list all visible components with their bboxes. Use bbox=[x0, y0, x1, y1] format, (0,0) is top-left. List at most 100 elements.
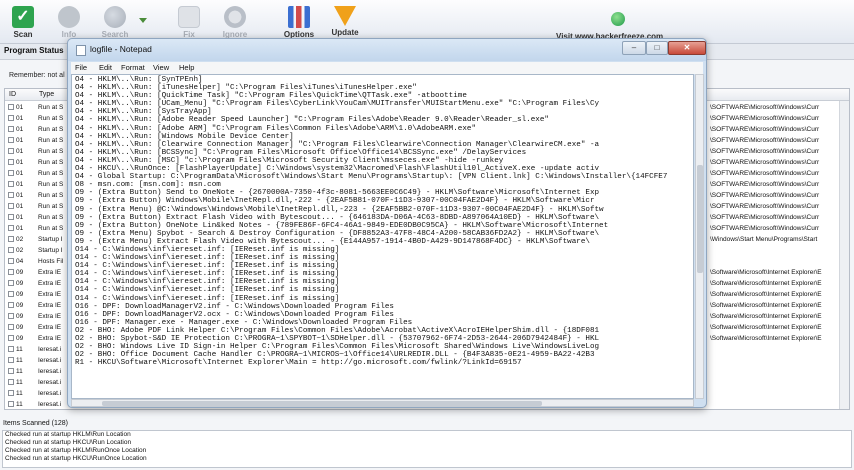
tab-program-status[interactable]: Program Status bbox=[4, 46, 64, 55]
globe-icon bbox=[104, 6, 126, 28]
table-row[interactable]: 01 Run at S bbox=[5, 201, 75, 212]
row-checkbox[interactable] bbox=[8, 357, 14, 363]
row-checkbox[interactable] bbox=[8, 324, 14, 330]
table-row[interactable]: 09 Extra IE bbox=[5, 333, 75, 344]
log-line: O9 - (Extra Menu) Spybot - Search & Dest… bbox=[75, 229, 600, 238]
maximize-button[interactable]: □ bbox=[646, 41, 668, 55]
row-checkbox[interactable] bbox=[8, 368, 14, 374]
table-row[interactable]: 01 Run at S bbox=[5, 113, 75, 124]
info-button[interactable]: Info bbox=[50, 3, 88, 43]
row-checkbox[interactable] bbox=[8, 192, 14, 198]
row-checkbox[interactable] bbox=[8, 203, 14, 209]
vertical-scroll-thumb[interactable] bbox=[697, 165, 703, 273]
row-checkbox[interactable] bbox=[8, 280, 14, 286]
row-checkbox[interactable] bbox=[8, 181, 14, 187]
row-checkbox[interactable] bbox=[8, 159, 14, 165]
row-checkbox[interactable] bbox=[8, 104, 14, 110]
row-checkbox[interactable] bbox=[8, 170, 14, 176]
notepad-titlebar[interactable]: logfile - Notepad – □ ✕ bbox=[68, 39, 706, 61]
table-row[interactable]: 11 Ieresat.i bbox=[5, 388, 75, 399]
row-checkbox[interactable] bbox=[8, 148, 14, 154]
table-row[interactable]: 09 Extra IE bbox=[5, 300, 75, 311]
options-button[interactable]: Options bbox=[280, 3, 318, 43]
row-checkbox[interactable] bbox=[8, 126, 14, 132]
row-item-value: \Software\Microsoft\Internet Explorer\E bbox=[710, 269, 822, 276]
menu-help[interactable]: Help bbox=[179, 63, 194, 72]
table-row[interactable]: 09 Extra IE bbox=[5, 311, 75, 322]
table-row[interactable]: 02 Startup I bbox=[5, 234, 75, 245]
table-row[interactable]: 09 Extra IE bbox=[5, 289, 75, 300]
log-line: O14 - C:\Windows\inf\iereset.inf: [IERes… bbox=[75, 286, 340, 295]
table-row[interactable]: 11 Ieresat.i bbox=[5, 366, 75, 377]
minimize-button[interactable]: – bbox=[622, 41, 646, 55]
table-row[interactable]: 11 Ieresat.i bbox=[5, 355, 75, 366]
table-row[interactable]: 09 Extra IE bbox=[5, 278, 75, 289]
website-globe-icon[interactable] bbox=[611, 12, 625, 26]
table-row[interactable]: 11 Ieresat.i bbox=[5, 344, 75, 355]
row-id: 09 bbox=[16, 269, 24, 276]
notepad-window: logfile - Notepad – □ ✕ File Edit Format… bbox=[67, 38, 707, 408]
row-checkbox[interactable] bbox=[8, 236, 14, 242]
search-dropdown-arrow-icon[interactable] bbox=[139, 18, 147, 23]
row-type: Startup I bbox=[38, 247, 63, 254]
grid-scrollbar[interactable] bbox=[839, 101, 849, 409]
table-row[interactable]: 01 Run at S bbox=[5, 157, 75, 168]
table-row[interactable]: 01 Run at S bbox=[5, 212, 75, 223]
table-row[interactable]: 01 Run at S bbox=[5, 146, 75, 157]
row-checkbox[interactable] bbox=[8, 302, 14, 308]
row-checkbox[interactable] bbox=[8, 269, 14, 275]
row-id: 01 bbox=[16, 225, 24, 232]
grid-left-rows: 01 Run at S 01 Run at S 01 Run at S 01 Run at S… bbox=[5, 102, 75, 410]
table-row[interactable]: 11 Ieresat.i bbox=[5, 377, 75, 388]
status-line: Checked run at startup HKCU\Run Location bbox=[5, 439, 132, 446]
table-row[interactable]: 01 Run at S bbox=[5, 223, 75, 234]
table-row[interactable]: 01 Run at S bbox=[5, 135, 75, 146]
table-row[interactable]: 01 Run at S bbox=[5, 190, 75, 201]
row-checkbox[interactable] bbox=[8, 225, 14, 231]
menu-view[interactable]: View bbox=[153, 63, 169, 72]
row-checkbox[interactable] bbox=[8, 115, 14, 121]
row-checkbox[interactable] bbox=[8, 313, 14, 319]
row-checkbox[interactable] bbox=[8, 335, 14, 341]
menu-file[interactable]: File bbox=[75, 63, 87, 72]
log-line: O4 - HKLM\..\Run: [QuickTime Task] "C:\P… bbox=[75, 92, 467, 101]
log-line: O8 - msn.com: [msn.com]: msn.com bbox=[75, 181, 221, 190]
row-checkbox[interactable] bbox=[8, 346, 14, 352]
scan-button[interactable]: ✓ Scan bbox=[4, 3, 42, 43]
menu-edit[interactable]: Edit bbox=[99, 63, 112, 72]
fix-button[interactable]: Fix bbox=[170, 3, 208, 43]
row-checkbox[interactable] bbox=[8, 258, 14, 264]
ignore-button[interactable]: Ignore bbox=[216, 3, 254, 43]
col-id-header[interactable]: ID bbox=[9, 91, 16, 98]
row-checkbox[interactable] bbox=[8, 379, 14, 385]
close-button[interactable]: ✕ bbox=[668, 41, 706, 55]
row-checkbox[interactable] bbox=[8, 401, 14, 407]
search-button[interactable]: Search bbox=[96, 3, 134, 43]
row-checkbox[interactable] bbox=[8, 291, 14, 297]
table-row[interactable]: 04 Hosts Fil bbox=[5, 256, 75, 267]
notepad-text-area[interactable]: O4 - HKLM\..\Run: [SynTPEnh] O4 - HKLM\..… bbox=[71, 74, 694, 399]
menu-format[interactable]: Format bbox=[121, 63, 145, 72]
row-checkbox[interactable] bbox=[8, 214, 14, 220]
table-row[interactable]: 01 Run at S bbox=[5, 179, 75, 190]
update-button[interactable]: Update bbox=[326, 3, 364, 43]
table-row[interactable]: 01 Run at S bbox=[5, 102, 75, 113]
table-row[interactable]: 09 Extra IE bbox=[5, 322, 75, 333]
row-item-value bbox=[710, 256, 845, 267]
table-row[interactable]: 09 Extra IE bbox=[5, 267, 75, 278]
vertical-scrollbar[interactable] bbox=[695, 74, 704, 399]
row-checkbox[interactable] bbox=[8, 137, 14, 143]
notepad-icon bbox=[76, 45, 86, 56]
col-type-header[interactable]: Type bbox=[39, 91, 54, 98]
horizontal-scrollbar[interactable] bbox=[71, 399, 694, 407]
log-line: O2 - BHO: Spybot-S&D IE Protection C:\PR… bbox=[75, 335, 600, 343]
table-row[interactable]: 01 Run at S bbox=[5, 124, 75, 135]
log-line: O2 - BHO: Adobe PDF Link Helper C:\Progr… bbox=[75, 326, 600, 335]
horizontal-scroll-thumb[interactable] bbox=[102, 401, 542, 406]
table-row[interactable]: 02 Startup I bbox=[5, 245, 75, 256]
row-checkbox[interactable] bbox=[8, 247, 14, 253]
table-row[interactable]: 11 Ieresat.i bbox=[5, 399, 75, 410]
table-row[interactable]: 01 Run at S bbox=[5, 168, 75, 179]
options-icon bbox=[288, 6, 310, 28]
row-checkbox[interactable] bbox=[8, 390, 14, 396]
